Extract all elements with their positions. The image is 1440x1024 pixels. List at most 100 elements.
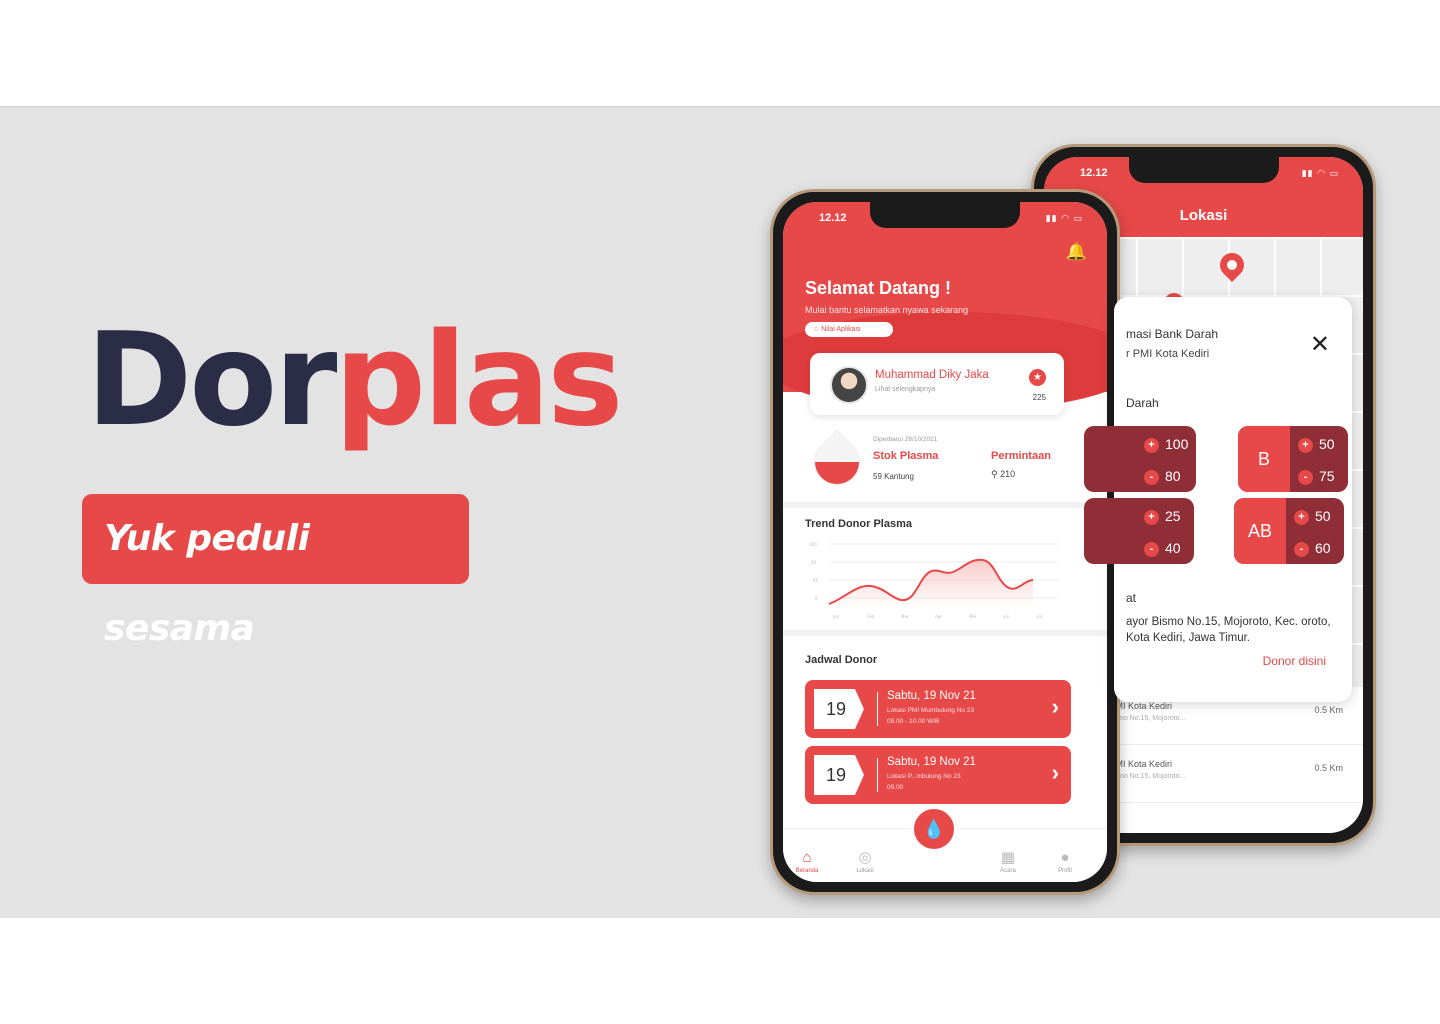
close-icon[interactable]: ✕ — [1310, 333, 1330, 357]
tab-lokasi[interactable]: ◎ Lokasi — [845, 848, 885, 874]
schedule-day: 19 — [814, 755, 864, 795]
minus-stock: -80 — [1144, 468, 1181, 485]
plus-icon: + — [1298, 438, 1313, 453]
home-icon: ⌂ — [802, 849, 812, 866]
star-icon: ★ — [1029, 369, 1046, 386]
status-icons: ▮▮ ◠ ▭ — [1301, 168, 1339, 178]
plus-stock: +100 — [1144, 436, 1188, 453]
schedule-time: 09.00 - 10.00 WIB — [887, 718, 940, 725]
chart-y-ticks: 100 50 25 0 — [809, 542, 819, 601]
blood-type-card-ab[interactable]: AB +50 -60 — [1234, 498, 1344, 564]
rate-app-button[interactable]: ☆ Nilai Aplikasi — [805, 322, 893, 337]
popup-title: masi Bank Darah — [1126, 327, 1219, 341]
schedule-title: Jadwal Donor — [805, 654, 878, 666]
svg-text:25: 25 — [813, 578, 819, 583]
trend-chart: 100 50 25 0 Jan Feb Mar Apr Mei Jun Jul — [809, 542, 1059, 619]
welcome-title: Selamat Datang ! — [805, 278, 952, 298]
divider — [783, 502, 1107, 508]
schedule-date: Sabtu, 19 Nov 21 — [887, 756, 976, 768]
brand-logo: Dorplas — [86, 317, 623, 445]
svg-text:Jun: Jun — [1002, 614, 1010, 619]
plus-icon: + — [1294, 510, 1309, 525]
donor-here-link[interactable]: Donor disini — [1263, 654, 1326, 668]
plus-icon: + — [1144, 438, 1159, 453]
svg-text:Jul: Jul — [1036, 614, 1042, 619]
svg-text:Apr: Apr — [935, 614, 942, 619]
address-text: ayor Bismo No.15, Mojoroto, Kec. oroto, … — [1126, 616, 1331, 644]
blood-drop-icon[interactable]: 💧 — [910, 805, 958, 853]
profile-more-link[interactable]: Lihat selengkapnya — [875, 386, 935, 393]
tab-label: Lokasi — [856, 868, 874, 874]
status-icons: ▮▮ ◠ ▭ — [1045, 213, 1083, 223]
compass-icon: ◎ — [858, 849, 872, 866]
tab-label: Acara — [1000, 868, 1016, 874]
tab-label: Beranda — [795, 868, 819, 874]
chart-x-ticks: Jan Feb Mar Apr Mei Jun Jul — [832, 614, 1042, 619]
tab-profil[interactable]: ● Profil — [1045, 849, 1085, 874]
notch — [1128, 157, 1279, 183]
svg-text:Jan: Jan — [832, 614, 840, 619]
tab-label: Profil — [1058, 868, 1072, 874]
avatar — [830, 366, 868, 404]
banner: Dorplas Yuk peduli sesama 12.12 ▮▮ ◠ ▭ L… — [0, 106, 1440, 918]
plus-stock: +50 — [1294, 508, 1331, 525]
minus-stock: -40 — [1144, 540, 1181, 557]
schedule-day: 19 — [814, 689, 864, 729]
profile-name: Muhammad Diky Jaka — [875, 369, 989, 381]
list-item-distance: 0.5 Km — [1314, 763, 1343, 773]
points-count: 225 — [1032, 393, 1046, 402]
home-screen: 12.12 ▮▮ ◠ ▭ 🔔 Selamat Datang ! Mulai ba… — [783, 202, 1107, 882]
profile-card[interactable]: Muhammad Diky Jaka Lihat selengkapnya ★ … — [810, 353, 1064, 415]
schedule-location: Lokasi PMI Mumbulung No 23 — [887, 707, 975, 714]
tagline-badge: Yuk peduli sesama — [82, 494, 469, 649]
plasma-stock: Diperbarui 28/10/2021 Stok Plasma 59 Kan… — [783, 428, 1107, 500]
stock-updated: Diperbarui 28/10/2021 — [873, 436, 938, 443]
request-title: Permintaan — [991, 450, 1051, 462]
svg-text:Mar: Mar — [901, 614, 909, 619]
status-time: 12.12 — [1080, 167, 1108, 179]
stock-title: Stok Plasma — [873, 450, 939, 462]
schedule-time: 09.00 — [887, 784, 904, 791]
blood-type-label: B — [1238, 426, 1290, 492]
status-time: 12.12 — [819, 212, 847, 224]
request-value: ⚲ 210 — [991, 469, 1016, 479]
bottom-tab-bar: 💧 ⌂ Beranda ◎ Lokasi ▦ Acara ● Profil — [783, 805, 1107, 882]
blood-type-card[interactable]: +100 -80 — [1084, 426, 1196, 492]
minus-icon: - — [1144, 542, 1159, 557]
schedule-card[interactable]: 19 Sabtu, 19 Nov 21 Lokasi PMI Mumbulung… — [805, 680, 1071, 738]
grid-icon: ▦ — [1000, 849, 1016, 866]
stock-value: 59 Kantung — [873, 472, 914, 481]
blood-section-label: Darah — [1126, 396, 1159, 410]
schedule-location: Lokasi P...mbulung No 23 — [887, 773, 961, 780]
list-item-address: r Bismo No.15, Mojoroto... — [1104, 715, 1186, 722]
chevron-right-icon[interactable]: › — [1052, 694, 1059, 720]
minus-stock: -75 — [1298, 468, 1335, 485]
divider — [783, 630, 1107, 636]
plus-stock: +50 — [1298, 436, 1335, 453]
schedule-card[interactable]: 19 Sabtu, 19 Nov 21 Lokasi P...mbulung N… — [805, 746, 1071, 804]
svg-text:0: 0 — [815, 596, 818, 601]
chevron-right-icon[interactable]: › — [1052, 760, 1059, 786]
blood-type-card-b[interactable]: B +50 -75 — [1238, 426, 1348, 492]
bell-icon[interactable]: 🔔 — [1066, 242, 1087, 262]
list-item-address: r Bismo No.15, Mojoroto... — [1104, 773, 1186, 780]
brand-part-dark: Dor — [86, 306, 337, 455]
popup-subtitle: r PMI Kota Kediri — [1126, 348, 1210, 360]
user-icon: ● — [1060, 849, 1070, 866]
schedule-date: Sabtu, 19 Nov 21 — [887, 690, 976, 702]
blood-drop-icon — [805, 430, 869, 494]
svg-text:100: 100 — [809, 542, 817, 547]
brand-part-red: plas — [334, 306, 623, 455]
tab-acara[interactable]: ▦ Acara — [988, 848, 1028, 874]
plus-stock: +25 — [1144, 508, 1181, 525]
minus-icon: - — [1144, 470, 1159, 485]
minus-icon: - — [1298, 470, 1313, 485]
address-section-label: at — [1126, 591, 1137, 605]
trend-title: Trend Donor Plasma — [805, 518, 912, 530]
svg-text:Feb: Feb — [867, 614, 875, 619]
tab-beranda[interactable]: ⌂ Beranda — [787, 849, 827, 874]
trend-area — [829, 559, 1033, 608]
blood-type-card[interactable]: +25 -40 — [1084, 498, 1194, 564]
svg-text:50: 50 — [811, 560, 817, 565]
blood-bank-popup: masi Bank Darah r PMI Kota Kediri ✕ Dara… — [1084, 297, 1352, 702]
